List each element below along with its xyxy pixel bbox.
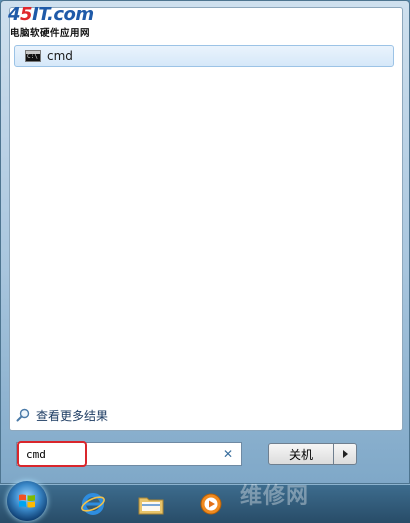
logo-subtitle: 电脑软硬件应用网 [10, 28, 91, 39]
ie-taskbar-button[interactable] [78, 489, 108, 519]
folder-icon [138, 497, 164, 515]
start-button[interactable] [7, 481, 47, 521]
search-result-cmd[interactable]: cmd [14, 45, 394, 67]
media-player-icon [200, 493, 222, 515]
logo-text: 45IT.com [8, 4, 94, 25]
magnifier-icon [16, 408, 30, 422]
search-input-value[interactable]: cmd [26, 448, 221, 461]
taskbar [0, 481, 410, 523]
see-more-label: 查看更多结果 [36, 408, 109, 423]
shutdown-options-button[interactable] [334, 443, 357, 465]
shutdown-button[interactable]: 关机 [268, 443, 334, 465]
logo-prefix: 4 [8, 4, 21, 25]
media-player-taskbar-button[interactable] [196, 489, 226, 519]
shutdown-group: 关机 [268, 443, 357, 465]
explorer-taskbar-button[interactable] [136, 489, 166, 519]
logo-accent: 5 [20, 4, 33, 25]
windows-flag-icon [19, 494, 35, 508]
site-logo: 45IT.com 电脑软硬件应用网 [8, 4, 128, 44]
cmd-icon [25, 50, 41, 62]
logo-suffix: IT.com [32, 4, 94, 25]
ie-icon [81, 493, 105, 515]
search-result-label: cmd [47, 49, 73, 63]
arrow-right-icon [342, 450, 348, 458]
search-input[interactable]: cmd ✕ [16, 442, 242, 466]
close-icon[interactable]: ✕ [221, 447, 235, 461]
search-results-pane [9, 7, 403, 431]
see-more-results-link[interactable]: 查看更多结果 [16, 406, 108, 424]
